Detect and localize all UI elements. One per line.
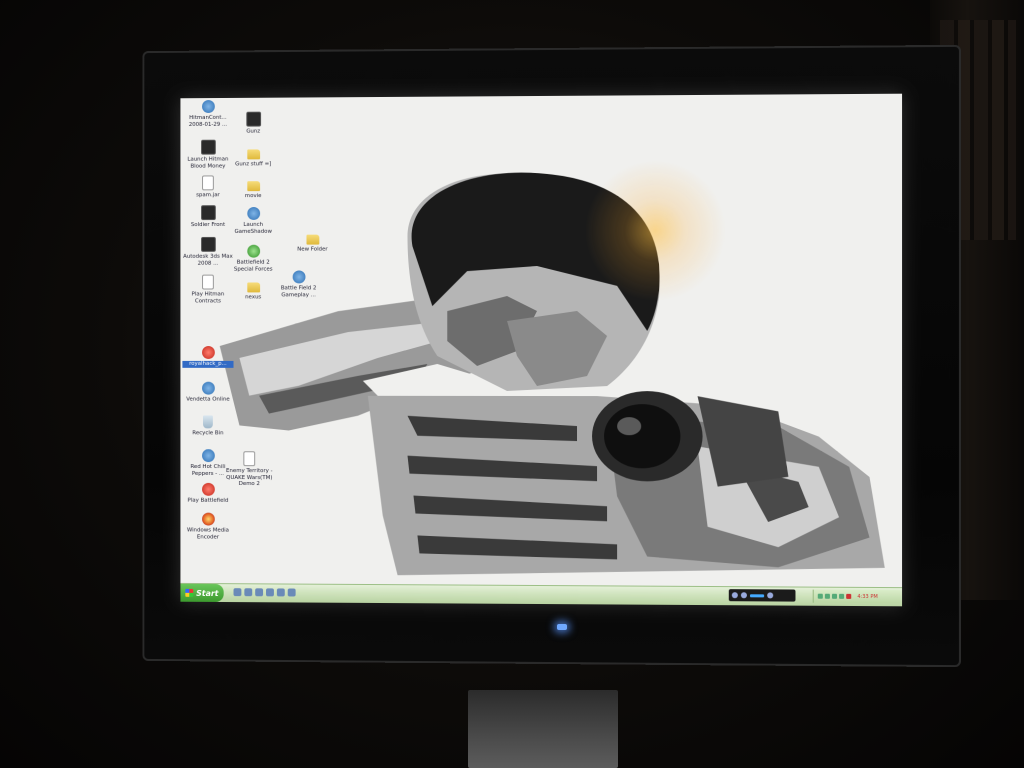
shortcut-label: Recycle Bin [182,430,233,437]
shortcut-label: Launch GameShadow [228,222,279,235]
desktop-shortcut[interactable]: Autodesk 3ds Max 2008 ... [182,237,233,267]
desktop-shortcut[interactable]: nexus [228,280,279,300]
desktop-shortcut[interactable]: Launch GameShadow [228,207,279,235]
desktop-shortcut[interactable]: Launch Hitman Blood Money [182,140,233,170]
monitor-stand [468,690,618,768]
media-player-toolbar[interactable] [729,589,796,601]
gameshadow-icon [247,207,260,220]
clock[interactable]: 4:33 PM [857,593,877,599]
seek-bar[interactable] [750,594,764,597]
desktop-shortcut[interactable]: spam.jar [182,175,233,199]
recycle-bin-icon [203,415,213,428]
quick-launch [234,588,296,596]
next-icon[interactable] [767,592,773,598]
show-desktop-icon[interactable] [255,588,263,596]
desktop-shortcut[interactable]: Vendetta Online [182,382,233,403]
battlefield-2-sf-icon [247,245,260,258]
shortcut-label: Battle Field 2 Gameplay ... [273,285,324,298]
stop-icon[interactable] [732,592,738,598]
document-icon [202,175,214,190]
desktop-shortcut[interactable]: New Folder [287,233,338,254]
tray-alert-icon[interactable] [846,594,851,599]
hitman-contracts-shortcut-icon [202,100,215,113]
shortcut-label: Gunz stuff =] [228,161,279,168]
shortcut-label: Windows Media Encoder [182,527,233,540]
shortcut-label: movie [228,193,279,200]
shortcut-label: Gunz [228,128,279,135]
system-tray: 4:33 PM [813,590,900,604]
desktop-shortcut[interactable]: Play Battlefield [182,483,233,505]
desktop-shortcut[interactable]: Gunz [228,112,279,136]
tray-app-icon[interactable] [832,594,837,599]
tray-network-icon[interactable] [818,594,823,599]
tray-volume-icon[interactable] [825,594,830,599]
shortcut-label: Play Battlefield [182,498,233,505]
shortcut-label: spam.jar [182,192,233,199]
battlefield-2-gameplay-icon [292,270,305,283]
power-led [557,624,567,630]
desktop-shortcut[interactable]: Soldier Front [182,205,233,228]
royalhack-icon [202,346,215,359]
desktop-shortcut[interactable]: Recycle Bin [182,415,233,436]
shortcut-label: Play Hitman Contracts [182,291,233,304]
gunz-icon [246,112,261,127]
battlefield-icon [202,483,215,496]
shortcut-label: New Folder [287,247,338,254]
desktop-icons: HitmanCont... 2008-01-29 ... Gunz Launch H… [180,97,338,565]
folder-icon [247,149,260,159]
shortcut-label: Launch Hitman Blood Money [182,156,233,169]
browser-icon[interactable] [288,589,296,597]
shortcut-label: Autodesk 3ds Max 2008 ... [182,254,233,267]
start-button[interactable]: Start [180,584,223,602]
desktop-shortcut[interactable]: royalhack_p... [182,346,233,367]
folder-icon [247,282,260,292]
shortcut-label: HitmanCont... 2008-01-29 ... [182,115,233,128]
music-shortcut-icon [202,449,215,462]
folder-icon [306,235,319,245]
start-label: Start [196,588,218,597]
3ds-max-icon [201,237,216,252]
folder-icon [247,181,260,191]
tray-security-icon[interactable] [839,594,844,599]
vendetta-online-icon [202,382,215,395]
shortcut-label: Vendetta Online [182,397,233,404]
shortcut-label: nexus [228,294,279,301]
desktop-shortcut[interactable]: Battle Field 2 Gameplay ... [273,270,324,298]
desktop-shortcut[interactable]: Gunz stuff =] [228,147,279,168]
shortcut-label: Soldier Front [182,222,233,229]
desktop-shortcut[interactable]: HitmanCont... 2008-01-29 ... [182,100,233,128]
shortcut-label: royalhack_p... [182,361,233,367]
desktop-shortcut[interactable]: Battlefield 2 Special Forces [228,245,279,273]
monitor-screen: HitmanCont... 2008-01-29 ... Gunz Launch H… [180,94,902,607]
play-icon[interactable] [741,592,747,598]
windows-flag-icon [185,589,193,597]
media-encoder-icon [202,513,215,526]
shortcut-label: Battlefield 2 Special Forces [228,260,279,273]
desktop-shortcut[interactable]: movie [228,179,279,200]
messenger-icon[interactable] [277,588,285,596]
hitman-blood-money-icon [201,140,216,155]
quake-wars-icon [243,451,255,466]
hitman-contracts-icon [202,275,214,290]
soldier-front-icon [201,205,216,220]
firefox-icon[interactable] [234,588,242,596]
media-player-icon[interactable] [244,588,252,596]
explorer-icon[interactable] [266,588,274,596]
desktop-shortcut[interactable]: Play Hitman Contracts [182,275,233,305]
desktop-shortcut[interactable]: Windows Media Encoder [182,513,233,541]
